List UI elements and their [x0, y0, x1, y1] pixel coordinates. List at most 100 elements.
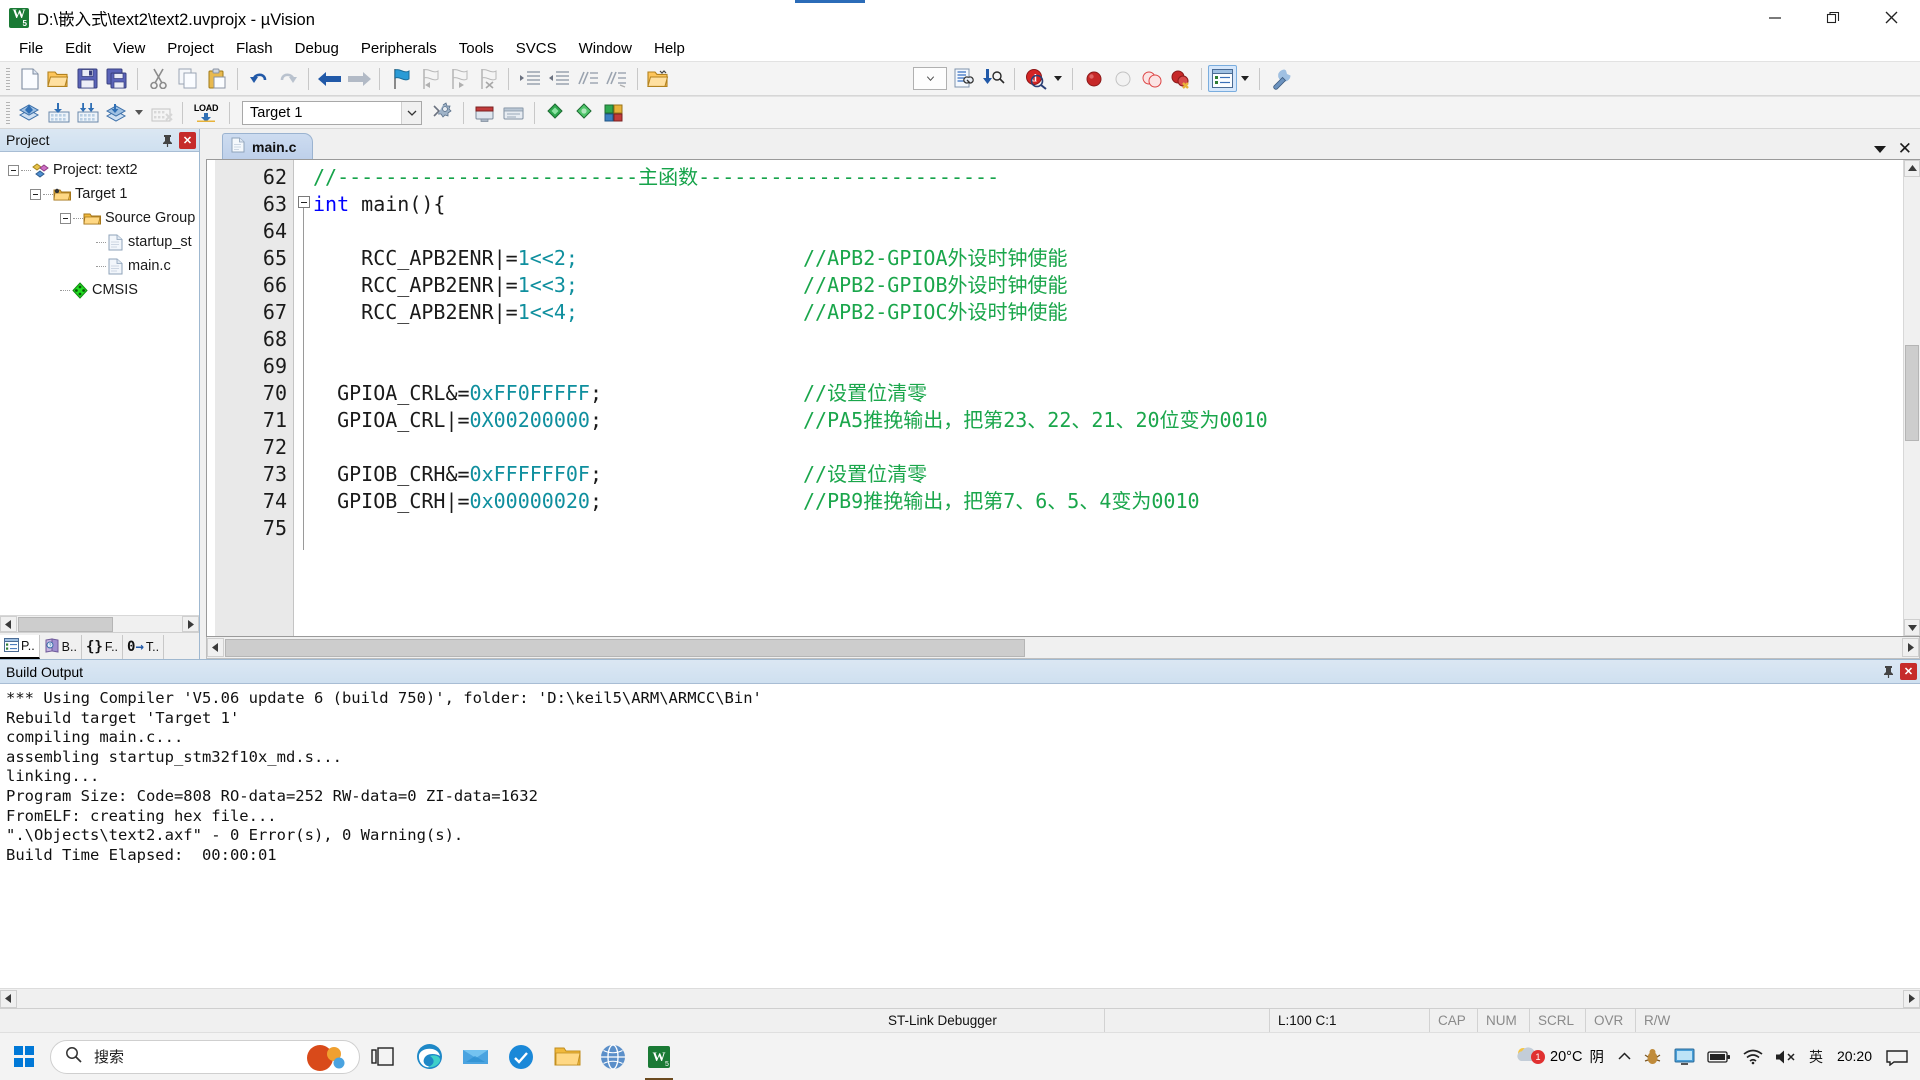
- toolbar-grip[interactable]: [6, 101, 10, 124]
- expand-collapse-toggle[interactable]: [30, 188, 41, 200]
- tree-node-startup-file[interactable]: startup_st: [0, 230, 199, 254]
- insert-breakpoint-icon[interactable]: [1079, 65, 1108, 92]
- menu-flash[interactable]: Flash: [225, 37, 284, 60]
- copilot-orb-icon[interactable]: [303, 1043, 355, 1073]
- toolbar-grip[interactable]: [6, 67, 10, 90]
- fold-toggle-main[interactable]: [298, 196, 310, 208]
- uncomment-icon[interactable]: [602, 65, 631, 92]
- pin-icon[interactable]: [1880, 663, 1897, 680]
- find-in-files-icon[interactable]: [950, 65, 979, 92]
- multi-project-icon[interactable]: [541, 99, 570, 126]
- expand-collapse-toggle[interactable]: [60, 212, 71, 224]
- scroll-left-arrow[interactable]: [0, 616, 17, 632]
- open-file-icon[interactable]: [44, 65, 73, 92]
- cut-icon[interactable]: [144, 65, 173, 92]
- microsoft-edge-icon[interactable]: [406, 1033, 452, 1080]
- close-button[interactable]: [1862, 0, 1920, 35]
- menu-file[interactable]: File: [8, 37, 54, 60]
- tab-functions[interactable]: {} F..: [82, 635, 124, 659]
- kill-all-breakpoints-icon[interactable]: [1137, 65, 1166, 92]
- tab-templates[interactable]: 0→ T..: [123, 635, 165, 659]
- volume-icon[interactable]: [1769, 1033, 1803, 1080]
- close-icon[interactable]: ✕: [1898, 139, 1912, 159]
- keil-uvision-taskbar-icon[interactable]: W5: [636, 1033, 682, 1080]
- insert-bookmark-icon[interactable]: [386, 65, 415, 92]
- weather-widget[interactable]: 1 20°C 阴: [1503, 1044, 1612, 1070]
- code-line[interactable]: //------------------------- 主函数 ----------…: [313, 164, 1903, 191]
- code-line[interactable]: RCC_APB2ENR|= 1 << 2; //APB2-GPIOA外设时钟使能: [313, 245, 1903, 272]
- save-icon[interactable]: [73, 65, 102, 92]
- scroll-right-arrow[interactable]: [1903, 989, 1920, 1008]
- rebuild-icon[interactable]: [73, 99, 102, 126]
- navigate-forward-icon[interactable]: [344, 65, 373, 92]
- menu-window[interactable]: Window: [568, 37, 643, 60]
- editor-vscrollbar[interactable]: [1903, 160, 1920, 636]
- save-all-icon[interactable]: [102, 65, 131, 92]
- scroll-thumb[interactable]: [1905, 344, 1919, 441]
- code-line[interactable]: [313, 434, 1903, 461]
- manage-runtime-env-icon[interactable]: [470, 99, 499, 126]
- scroll-thumb[interactable]: [18, 616, 113, 632]
- undo-icon[interactable]: [244, 65, 273, 92]
- code-line[interactable]: GPIOB_CRH&= 0xFFFFFF0F; //设置位清零: [313, 461, 1903, 488]
- monitor-icon[interactable]: [1668, 1033, 1701, 1080]
- debug-session-icon[interactable]: d: [1021, 65, 1050, 92]
- maximize-restore-button[interactable]: [1804, 0, 1862, 35]
- code-line[interactable]: [313, 353, 1903, 380]
- close-icon[interactable]: ✕: [1900, 663, 1917, 680]
- code-line[interactable]: int main(){: [313, 191, 1903, 218]
- code-line[interactable]: GPIOA_CRL|= 0X00200000; //PA5推挽输出，把第23、22…: [313, 407, 1903, 434]
- code-folding-bar[interactable]: [293, 160, 313, 636]
- scroll-track[interactable]: [17, 989, 1903, 1008]
- menu-debug[interactable]: Debug: [284, 37, 350, 60]
- code-line[interactable]: RCC_APB2ENR|= 1 << 3; //APB2-GPIOB外设时钟使能: [313, 272, 1903, 299]
- project-tree-hscrollbar[interactable]: [0, 615, 199, 632]
- task-view-icon[interactable]: [360, 1033, 406, 1080]
- ime-indicator[interactable]: 英: [1803, 1033, 1829, 1080]
- wifi-icon[interactable]: [1737, 1033, 1769, 1080]
- stop-build-icon[interactable]: [147, 99, 176, 126]
- manage-components-icon[interactable]: [599, 99, 628, 126]
- tree-node-source-group[interactable]: Source Group: [0, 206, 199, 230]
- tab-project[interactable]: P..: [0, 635, 40, 659]
- disable-all-breakpoints-icon[interactable]: [1166, 65, 1195, 92]
- configure-target-icon[interactable]: [1266, 65, 1295, 92]
- code-line[interactable]: RCC_APB2ENR|= 1 << 4; //APB2-GPIOC外设时钟使能: [313, 299, 1903, 326]
- menu-tools[interactable]: Tools: [448, 37, 505, 60]
- notification-icon[interactable]: [1880, 1033, 1914, 1080]
- translate-icon[interactable]: [15, 99, 44, 126]
- scroll-track[interactable]: [1904, 177, 1920, 619]
- target-options-icon[interactable]: [428, 99, 457, 126]
- scroll-track[interactable]: [224, 638, 1902, 657]
- project-window-icon[interactable]: [1208, 65, 1237, 92]
- next-bookmark-icon[interactable]: [444, 65, 473, 92]
- menu-edit[interactable]: Edit: [54, 37, 102, 60]
- menu-help[interactable]: Help: [643, 37, 696, 60]
- scroll-down-arrow[interactable]: [1904, 619, 1920, 636]
- scroll-up-arrow[interactable]: [1904, 160, 1920, 177]
- pin-icon[interactable]: [159, 132, 176, 149]
- chrome-globe-icon[interactable]: [590, 1033, 636, 1080]
- taskbar-search-box[interactable]: 搜索: [50, 1039, 360, 1074]
- file-explorer-icon[interactable]: [544, 1033, 590, 1080]
- battery-icon[interactable]: [1701, 1033, 1737, 1080]
- open-folder-browse-icon[interactable]: [644, 65, 673, 92]
- taskbar-clock[interactable]: 20:20: [1829, 1048, 1880, 1064]
- tab-books[interactable]: ? B..: [40, 635, 82, 659]
- editor-hscrollbar[interactable]: [206, 637, 1920, 659]
- redo-icon[interactable]: [273, 65, 302, 92]
- menu-view[interactable]: View: [102, 37, 156, 60]
- indent-icon[interactable]: [515, 65, 544, 92]
- books-icon[interactable]: [570, 99, 599, 126]
- batch-build-icon[interactable]: [102, 99, 131, 126]
- scroll-right-arrow[interactable]: [182, 616, 199, 632]
- paste-icon[interactable]: [202, 65, 231, 92]
- new-file-icon[interactable]: [15, 65, 44, 92]
- clear-bookmarks-icon[interactable]: [473, 65, 502, 92]
- scroll-left-arrow[interactable]: [207, 638, 224, 657]
- chevron-up-icon[interactable]: [1612, 1033, 1637, 1080]
- windows-start-icon[interactable]: [0, 1033, 48, 1080]
- tree-node-project[interactable]: Project: text2: [0, 158, 199, 182]
- scroll-track[interactable]: [17, 616, 182, 632]
- minimize-button[interactable]: [1746, 0, 1804, 35]
